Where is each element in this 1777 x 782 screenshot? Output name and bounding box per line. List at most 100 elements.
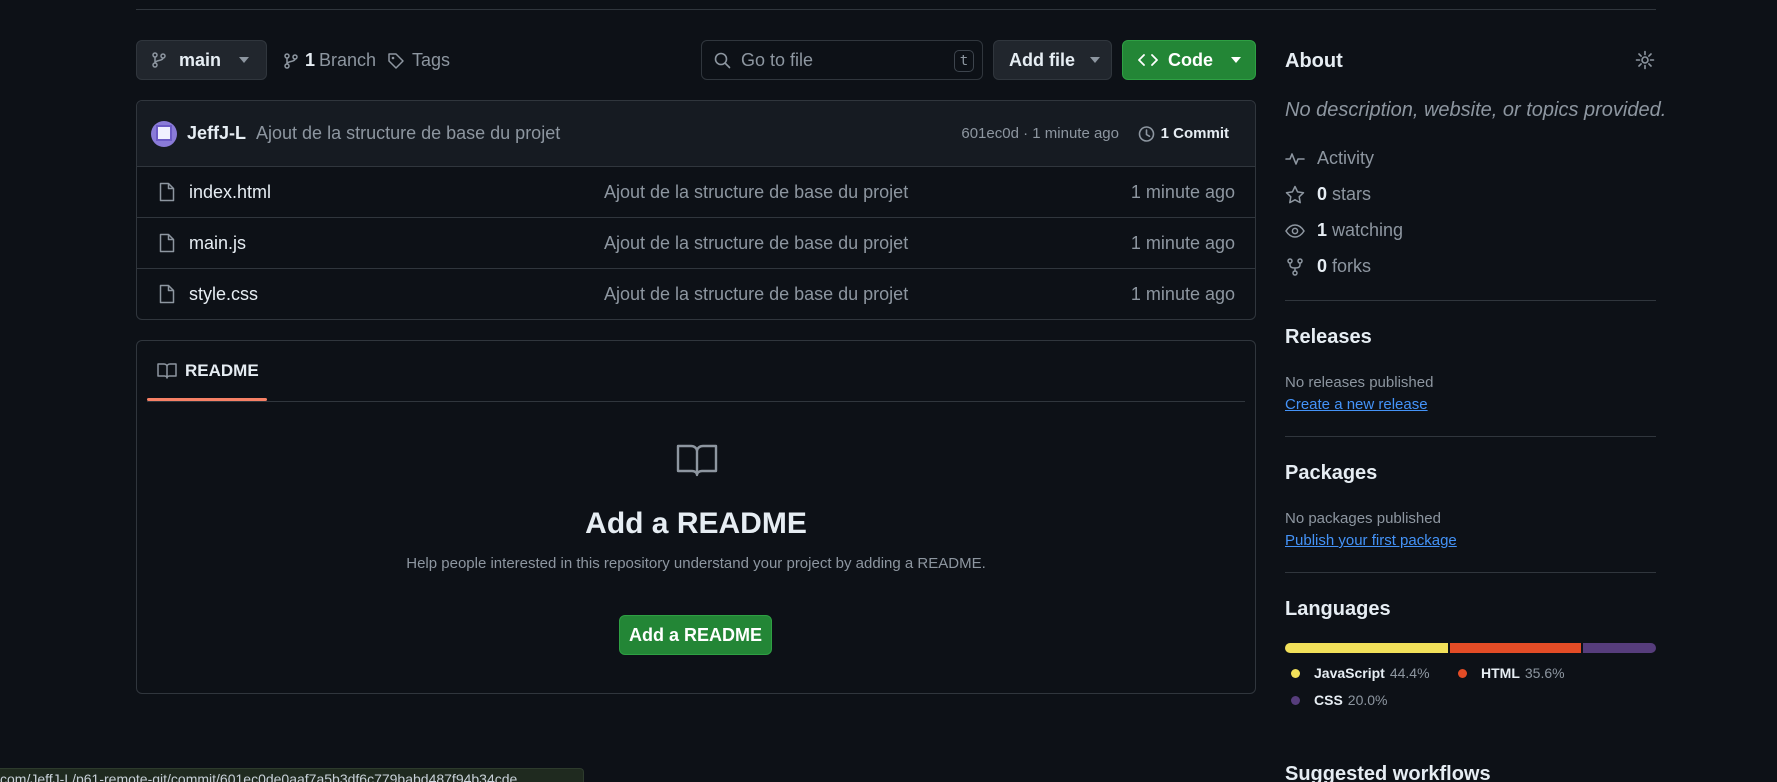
search-placeholder: Go to file — [741, 49, 814, 70]
chevron-down-icon — [1231, 57, 1241, 63]
branch-count: 1 — [305, 50, 316, 70]
releases-heading[interactable]: Releases — [1285, 326, 1372, 349]
sidebar-divider — [1285, 436, 1656, 437]
language-item[interactable]: CSS 20.0% — [1291, 692, 1388, 708]
book-icon — [676, 444, 718, 477]
book-icon — [157, 363, 177, 379]
watching-count: 1 — [1317, 220, 1328, 240]
file-row: style.css Ajout de la structure de base d… — [137, 269, 1255, 319]
file-icon — [159, 233, 175, 253]
releases-empty-text: No releases published — [1285, 374, 1434, 391]
commit-history-link[interactable]: 1 Commit — [1137, 125, 1229, 143]
suggested-workflows-heading: Suggested workflows — [1285, 763, 1491, 782]
language-color-dot — [1458, 668, 1467, 678]
branch-selector-button[interactable]: main — [136, 40, 267, 80]
file-name-link[interactable]: index.html — [189, 182, 271, 203]
activity-link[interactable]: Activity — [1285, 148, 1374, 169]
file-commit-message-link[interactable]: Ajout de la structure de base du projet — [604, 182, 908, 203]
file-icon — [159, 182, 175, 202]
commit-count: 1 Commit — [1160, 125, 1229, 142]
chevron-down-icon — [1090, 57, 1100, 63]
file-name-link[interactable]: main.js — [189, 233, 246, 254]
sidebar-divider — [1285, 572, 1656, 573]
latest-commit-bar: JeffJ-L Ajout de la structure de base du… — [137, 101, 1255, 167]
tags-link[interactable]: Tags — [387, 50, 450, 71]
about-heading: About — [1285, 50, 1343, 72]
packages-empty-text: No packages published — [1285, 510, 1441, 527]
pulse-icon — [1285, 152, 1305, 165]
language-color-dot — [1291, 695, 1300, 705]
commit-hash-time[interactable]: 601ec0d · 1 minute ago — [961, 125, 1119, 142]
language-bar-segment — [1285, 643, 1448, 653]
add-file-label: Add file — [1009, 49, 1075, 70]
branches-link[interactable]: 1 Branch — [283, 50, 376, 71]
header-divider — [136, 9, 1656, 10]
tab-readme[interactable]: README — [147, 341, 267, 401]
readme-divider — [147, 401, 1245, 402]
link-status-bar: com/JeffJ-L/p61-remote-git/commit/601ec0… — [0, 768, 584, 782]
tag-icon — [388, 52, 404, 69]
stars-link[interactable]: 0 stars — [1285, 184, 1371, 205]
file-commit-message-link[interactable]: Ajout de la structure de base du projet — [604, 284, 908, 305]
publish-package-link[interactable]: Publish your first package — [1285, 532, 1457, 549]
forks-link[interactable]: 0 forks — [1285, 256, 1371, 277]
fork-icon — [1287, 257, 1303, 276]
forks-label: forks — [1332, 256, 1372, 276]
language-percent: 35.6% — [1524, 665, 1565, 681]
forks-count: 0 — [1317, 256, 1328, 276]
language-color-dot — [1291, 668, 1300, 678]
stars-count: 0 — [1317, 184, 1328, 204]
watching-label: watching — [1332, 220, 1404, 240]
gear-icon[interactable] — [1635, 50, 1655, 70]
file-row: main.js Ajout de la structure de base du … — [137, 218, 1255, 269]
branch-name: main — [179, 49, 222, 70]
file-row: index.html Ajout de la structure de base … — [137, 167, 1255, 218]
add-readme-label: Add a README — [628, 624, 762, 645]
keyboard-shortcut-hint: t — [954, 50, 974, 72]
file-name-link[interactable]: style.css — [189, 284, 258, 305]
watching-link[interactable]: 1 watching — [1285, 220, 1403, 241]
star-icon — [1285, 185, 1305, 204]
status-url: com/JeffJ-L/p61-remote-git/commit/601ec0… — [0, 771, 518, 782]
sidebar-divider — [1285, 300, 1656, 301]
file-commit-message-link[interactable]: Ajout de la structure de base du projet — [604, 233, 908, 254]
file-browser: JeffJ-L Ajout de la structure de base du… — [136, 100, 1256, 320]
readme-tab-label: README — [185, 361, 259, 380]
language-name: JavaScript — [1314, 665, 1385, 681]
language-percent: 44.4% — [1389, 665, 1430, 681]
go-to-file-input[interactable]: Go to file t — [701, 40, 983, 80]
code-button[interactable]: Code — [1122, 40, 1256, 80]
code-icon — [1138, 54, 1158, 66]
languages-heading: Languages — [1285, 598, 1391, 620]
code-label: Code — [1168, 49, 1213, 70]
file-list: index.html Ajout de la structure de base … — [137, 167, 1255, 319]
readme-help-text: Help people interested in this repositor… — [406, 555, 986, 572]
language-item[interactable]: JavaScript 44.4% — [1291, 665, 1430, 681]
language-percent: 20.0% — [1347, 692, 1388, 708]
commit-author-link[interactable]: JeffJ-L — [187, 123, 246, 144]
packages-heading[interactable]: Packages — [1285, 462, 1377, 485]
create-release-link[interactable]: Create a new release — [1285, 396, 1428, 413]
file-commit-time: 1 minute ago — [1130, 232, 1235, 253]
git-branch-icon — [152, 52, 166, 68]
file-icon — [159, 284, 175, 304]
language-item[interactable]: HTML 35.6% — [1458, 665, 1565, 681]
eye-icon — [1285, 223, 1305, 238]
language-name: CSS — [1314, 692, 1343, 708]
activity-label: Activity — [1317, 148, 1375, 168]
git-branch-icon — [284, 52, 298, 69]
branch-label: Branch — [319, 50, 377, 70]
commit-message-link[interactable]: Ajout de la structure de base du projet — [256, 123, 560, 144]
language-name: HTML — [1481, 665, 1520, 681]
about-description: No description, website, or topics provi… — [1285, 99, 1667, 121]
avatar[interactable] — [151, 120, 177, 147]
language-bar-segment — [1582, 643, 1656, 653]
readme-empty-title: Add a README — [585, 507, 807, 540]
add-file-button[interactable]: Add file — [993, 40, 1112, 80]
history-icon — [1138, 125, 1154, 142]
readme-panel: README Add a README Help people interest… — [136, 340, 1256, 694]
add-readme-button[interactable]: Add a README — [619, 615, 772, 655]
chevron-down-icon — [239, 57, 250, 63]
search-icon — [714, 52, 731, 68]
stars-label: stars — [1332, 184, 1372, 204]
